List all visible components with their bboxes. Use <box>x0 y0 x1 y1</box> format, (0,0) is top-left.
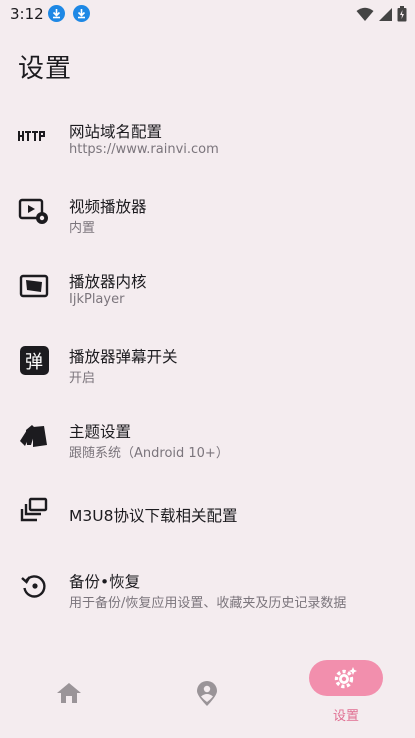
signal-icon <box>379 7 392 21</box>
setting-value: 跟随系统（Android 10+） <box>69 446 229 461</box>
player-core-icon <box>18 270 50 302</box>
location-icon[interactable] <box>195 681 219 707</box>
theme-icon <box>18 420 50 452</box>
setting-value: https://www.rainvi.com <box>69 142 219 157</box>
setting-value: IjkPlayer <box>69 292 125 307</box>
status-time: 3:12 <box>10 5 44 23</box>
nav-settings-label[interactable]: 设置 <box>309 705 383 724</box>
setting-item-m3u8-download[interactable]: M3U8协议下载相关配置 <box>0 473 415 548</box>
setting-item-video-player[interactable]: 视频播放器 内置 <box>0 173 415 248</box>
setting-label: 视频播放器 <box>69 198 147 216</box>
setting-value: 开启 <box>69 371 96 386</box>
download-config-icon <box>18 495 50 527</box>
setting-label: M3U8协议下载相关配置 <box>69 507 238 525</box>
bottom-nav: 设置 <box>0 648 415 738</box>
danmaku-icon-glyph: 弹 <box>19 346 49 375</box>
setting-item-danmaku[interactable]: 弹 播放器弹幕开关 开启 <box>0 323 415 398</box>
setting-value: 内置 <box>69 221 96 236</box>
setting-item-theme[interactable]: 主题设置 跟随系统（Android 10+） <box>0 398 415 473</box>
setting-label: 主题设置 <box>69 423 132 441</box>
http-icon <box>18 120 50 152</box>
wifi-icon <box>356 7 374 21</box>
settings-icon <box>334 667 357 689</box>
home-icon[interactable] <box>56 682 82 708</box>
setting-item-player-core[interactable]: 播放器内核 IjkPlayer <box>0 248 415 323</box>
setting-label: 备份•恢复 <box>69 573 141 591</box>
setting-label: 播放器内核 <box>69 273 147 291</box>
status-bar: 3:12 <box>0 0 415 28</box>
setting-item-domain[interactable]: 网站域名配置 https://www.rainvi.com <box>0 98 415 173</box>
backup-restore-icon <box>18 570 50 602</box>
video-player-icon <box>18 195 50 227</box>
setting-item-backup-restore[interactable]: 备份•恢复 用于备份/恢复应用设置、收藏夹及历史记录数据 <box>0 548 415 623</box>
nav-settings-button[interactable] <box>309 660 383 696</box>
battery-icon <box>397 6 407 22</box>
setting-label: 网站域名配置 <box>69 123 163 141</box>
download-notification-icon <box>73 5 90 22</box>
danmaku-icon: 弹 <box>18 345 50 377</box>
setting-value: 用于备份/恢复应用设置、收藏夹及历史记录数据 <box>69 596 347 611</box>
setting-label: 播放器弹幕开关 <box>69 348 178 366</box>
page-title: 设置 <box>18 54 73 84</box>
download-notification-icon <box>48 5 65 22</box>
